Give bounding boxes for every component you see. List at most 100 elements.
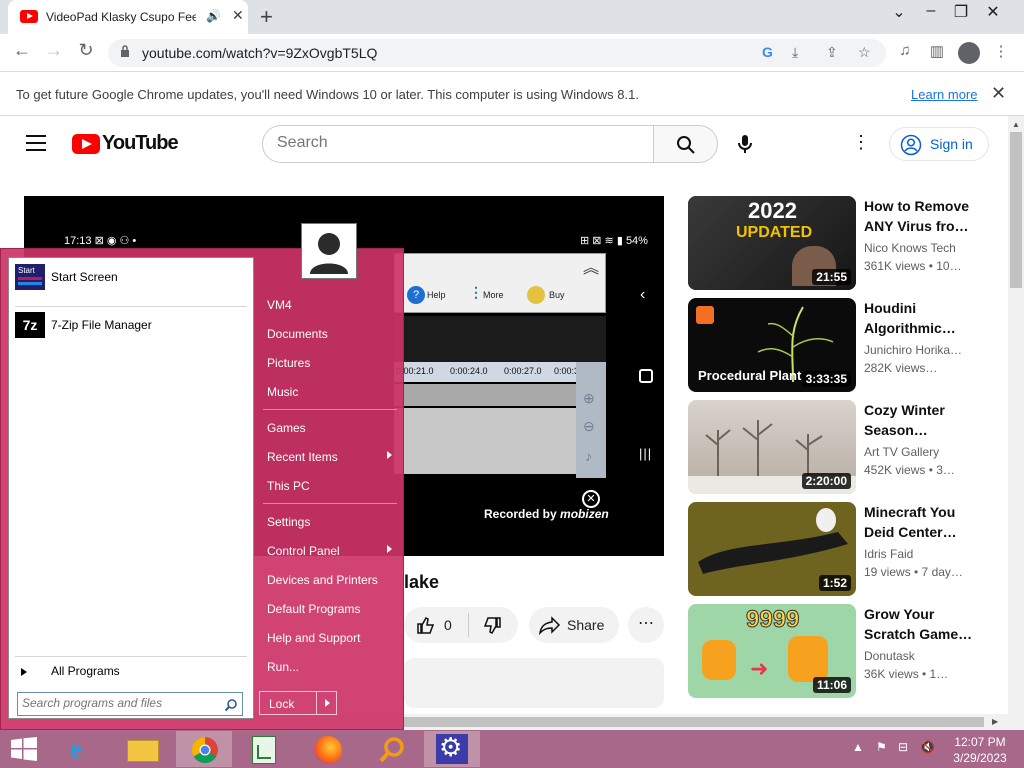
submenu-arrow-icon — [387, 451, 392, 459]
restore-icon[interactable]: ❐ — [946, 2, 976, 22]
vertical-scroll-thumb[interactable] — [1010, 132, 1022, 288]
show-hidden-icons-icon[interactable]: ▲ — [852, 740, 864, 754]
video-title[interactable]: Minecraft You Deid Center… — [864, 502, 976, 542]
video-title[interactable]: Grow Your Scratch Game… — [864, 604, 976, 644]
lock-icon[interactable] — [120, 45, 130, 57]
video-thumbnail[interactable]: Procedural Plant 3:33:35 — [688, 298, 856, 392]
minimize-icon[interactable]: – — [916, 2, 946, 20]
internet-explorer-icon[interactable]: e — [56, 731, 112, 767]
network-icon[interactable]: ⊟ — [898, 740, 908, 754]
menu-item-recent-items[interactable]: Recent Items — [259, 444, 401, 470]
settings-gear-icon[interactable]: ⚙ — [424, 731, 480, 767]
channel-name[interactable]: Junichiro Horika… — [864, 343, 962, 357]
chrome-menu-icon[interactable]: ⋮ — [990, 42, 1012, 60]
menu-item-pictures[interactable]: Pictures — [259, 350, 401, 376]
phone-recents-icon: ||| — [639, 446, 653, 461]
channel-name[interactable]: Idris Faid — [864, 547, 913, 561]
clock-time[interactable]: 12:07 PM — [948, 735, 1012, 749]
settings-more-icon[interactable]: ⋮ — [852, 132, 870, 153]
start-icon[interactable] — [0, 731, 56, 767]
channel-name[interactable]: Nico Knows Tech — [864, 241, 956, 255]
menu-item-settings[interactable]: Settings — [259, 509, 401, 535]
video-title[interactable]: Cozy Winter Season… — [864, 400, 976, 440]
video-title[interactable]: How to Remove ANY Virus fro… — [864, 196, 976, 236]
more-actions-icon[interactable]: ⋯ — [628, 607, 664, 643]
like-thumb-icon[interactable] — [416, 615, 436, 635]
tab-search-chevron-icon[interactable]: ⌄ — [884, 2, 914, 22]
program-7zip[interactable]: 7z 7-Zip File Manager — [15, 310, 251, 342]
channel-name[interactable]: Art TV Gallery — [864, 445, 939, 459]
share-button[interactable]: Share — [529, 607, 619, 643]
volume-muted-icon[interactable]: 🔇 — [920, 740, 935, 754]
side-panel-icon[interactable]: ▥ — [926, 42, 948, 60]
youtube-search-button[interactable] — [654, 125, 718, 163]
address-bar[interactable]: youtube.com/watch?v=9ZxOvgbT5LQ G ⤓ ⇪ ☆ — [108, 39, 886, 67]
search-magnifier-icon[interactable] — [364, 731, 420, 767]
recommendation-item[interactable]: 1:52 Minecraft You Deid Center… Idris Fa… — [688, 502, 988, 596]
action-center-flag-icon[interactable]: ⚑ — [876, 740, 887, 754]
video-thumbnail[interactable]: 2:20:00 — [688, 400, 856, 494]
browser-tab[interactable]: VideoPad Klasky Csupo Feeling 🔊 ✕ — [8, 0, 248, 34]
description-box[interactable] — [404, 658, 664, 708]
dislike-thumb-icon[interactable] — [482, 616, 502, 636]
forward-icon[interactable]: → — [42, 40, 66, 61]
menu-item-documents[interactable]: Documents — [259, 321, 401, 347]
recommendation-item[interactable]: 2022 UPDATED 21:55 How to Remove ANY Vir… — [688, 196, 988, 290]
video-thumbnail[interactable]: 2022 UPDATED 21:55 — [688, 196, 856, 290]
menu-item-vm4[interactable]: VM4 — [259, 292, 401, 318]
all-programs-item[interactable]: All Programs — [15, 660, 251, 684]
menu-item-default-programs[interactable]: Default Programs — [259, 596, 401, 622]
youtube-search-box[interactable] — [262, 125, 654, 163]
install-icon[interactable]: ⤓ — [792, 44, 798, 61]
recommendation-item[interactable]: 2:20:00 Cozy Winter Season… Art TV Galle… — [688, 400, 988, 494]
spreadsheet-icon[interactable] — [236, 731, 292, 767]
video-thumbnail[interactable]: 1:52 — [688, 502, 856, 596]
guide-menu-icon[interactable] — [26, 135, 46, 151]
audio-playing-icon[interactable]: 🔊 — [206, 9, 221, 23]
lock-button[interactable]: Lock — [259, 691, 337, 715]
firefox-icon[interactable] — [300, 731, 356, 767]
tab-close-icon[interactable]: ✕ — [232, 7, 244, 24]
scroll-right-icon[interactable]: ▶ — [992, 717, 998, 726]
menu-item-help-support[interactable]: Help and Support — [259, 625, 401, 651]
vertical-scrollbar[interactable]: ▲ — [1008, 116, 1024, 730]
window-close-icon[interactable]: ✕ — [978, 2, 1008, 22]
recommendation-item[interactable]: Procedural Plant 3:33:35 Houdini Algorit… — [688, 298, 988, 392]
start-search-input[interactable] — [22, 696, 212, 710]
video-thumbnail[interactable]: 9999 ➜ 11:06 — [688, 604, 856, 698]
media-control-icon[interactable]: ♫ — [894, 42, 916, 59]
horizontal-scroll-thumb[interactable] — [404, 717, 984, 727]
youtube-search-input[interactable] — [277, 134, 637, 152]
scroll-up-icon[interactable]: ▲ — [1012, 120, 1020, 129]
bookmark-star-icon[interactable]: ☆ — [858, 44, 871, 61]
menu-item-devices-printers[interactable]: Devices and Printers — [259, 567, 401, 593]
clock-date[interactable]: 3/29/2023 — [948, 751, 1012, 765]
user-account-picture[interactable] — [301, 223, 357, 279]
youtube-logo-icon[interactable] — [72, 134, 100, 154]
chrome-icon[interactable] — [176, 731, 232, 767]
learn-more-link[interactable]: Learn more — [911, 87, 977, 102]
microphone-icon[interactable] — [736, 134, 754, 154]
menu-item-games[interactable]: Games — [259, 415, 401, 441]
search-icon[interactable] — [224, 698, 238, 712]
infobar-close-icon[interactable]: ✕ — [991, 83, 1006, 104]
menu-item-this-pc[interactable]: This PC — [259, 473, 401, 499]
menu-item-run[interactable]: Run... — [259, 654, 401, 680]
menu-item-control-panel[interactable]: Control Panel — [259, 538, 401, 564]
new-tab-icon[interactable]: + — [260, 4, 273, 30]
start-search-box[interactable] — [17, 692, 243, 716]
sign-in-button[interactable]: Sign in — [889, 127, 989, 161]
file-explorer-icon[interactable] — [114, 731, 170, 767]
video-title[interactable]: Houdini Algorithmic… — [864, 298, 976, 338]
program-start-screen[interactable]: Start Start Screen — [15, 262, 251, 294]
google-translate-icon[interactable]: G — [762, 44, 773, 60]
back-icon[interactable]: ← — [10, 40, 34, 61]
youtube-logo-text[interactable]: YouTube — [102, 132, 179, 155]
profile-avatar-icon[interactable] — [958, 42, 980, 64]
menu-item-music[interactable]: Music — [259, 379, 401, 405]
power-options-arrow-icon[interactable] — [316, 692, 337, 714]
reload-icon[interactable]: ↻ — [74, 40, 98, 61]
channel-name[interactable]: Donutask — [864, 649, 915, 663]
recommendation-item[interactable]: 9999 ➜ 11:06 Grow Your Scratch Game… Don… — [688, 604, 988, 698]
share-page-icon[interactable]: ⇪ — [826, 44, 838, 61]
